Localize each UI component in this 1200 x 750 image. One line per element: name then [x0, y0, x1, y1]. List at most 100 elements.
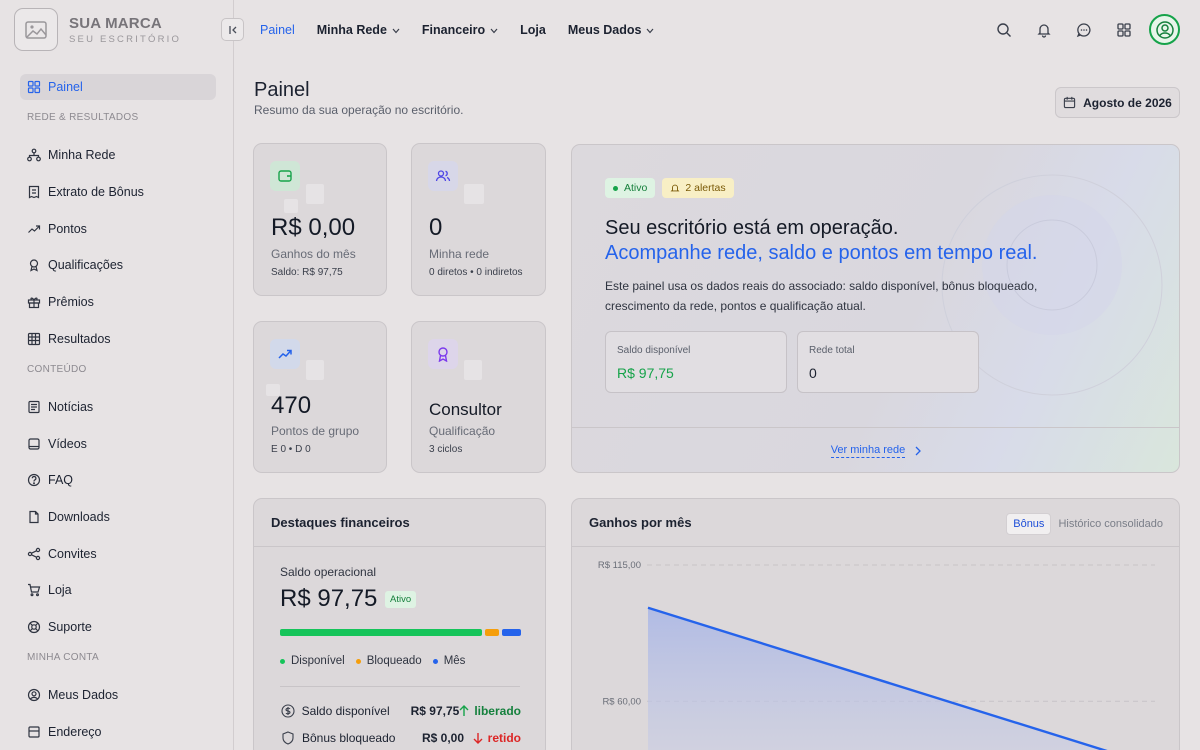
sidebar-item-label: Meus Dados: [48, 688, 119, 702]
balance-box: Saldo disponível R$ 97,75: [605, 331, 787, 393]
arrow-up-icon: [459, 705, 469, 716]
sidebar-item-suporte[interactable]: Suporte: [20, 614, 216, 640]
nav-section-label: CONTEÚDO: [27, 364, 87, 375]
stat-card-earnings[interactable]: R$ 0,00 Ganhos do mês Saldo: R$ 97,75: [253, 143, 387, 296]
alerts-badge[interactable]: 2 alertas: [662, 178, 734, 198]
calendar-icon: [1063, 96, 1076, 109]
messages-button[interactable]: [1069, 15, 1099, 45]
period-label: Agosto de 2026: [1083, 95, 1172, 110]
bell-icon: [670, 184, 680, 192]
topnav-loja[interactable]: Loja: [520, 23, 546, 37]
sidebar-item-premios[interactable]: Prêmios: [20, 289, 216, 315]
network-icon: [27, 148, 41, 162]
topnav-label: Minha Rede: [316, 23, 387, 37]
sidebar-item-label: Minha Rede: [48, 148, 116, 162]
balance-value: R$ 97,75: [617, 365, 674, 381]
table-icon: [27, 332, 41, 346]
stat-card-qualification[interactable]: Consultor Qualificação 3 ciclos: [411, 321, 546, 473]
image-icon: [14, 8, 58, 51]
page-subtitle: Resumo da sua operação no escritório.: [254, 103, 464, 117]
sidebar-item-painel[interactable]: Painel: [20, 74, 216, 100]
trend-icon: [270, 339, 300, 369]
series-area: [648, 607, 1104, 750]
file-icon: [27, 510, 41, 524]
stat-value: 0: [429, 214, 443, 241]
y-tick-label: R$ 60,00: [602, 696, 641, 707]
bell-icon: [1037, 23, 1051, 38]
chevron-down-icon: [490, 23, 498, 37]
chat-icon: [1076, 22, 1091, 37]
stat-label: Pontos de grupo: [271, 424, 360, 438]
tab-consolidated-history[interactable]: Histórico consolidado: [1058, 518, 1163, 530]
sidebar-item-videos[interactable]: Vídeos: [20, 431, 216, 457]
finance-title: Destaques financeiros: [254, 499, 545, 547]
gift-icon: [27, 295, 41, 309]
stat-sub: Saldo: R$ 97,75: [271, 267, 343, 278]
sidebar-item-extrato-de-bonus[interactable]: Extrato de Bônus: [20, 179, 216, 205]
earnings-chart: R$ 115,00R$ 60,00R$ 30,00: [598, 560, 1155, 750]
award-icon: [27, 258, 41, 272]
topnav-painel[interactable]: Painel: [260, 23, 295, 37]
sidebar-item-label: Painel: [48, 80, 83, 94]
nav-section-label: REDE & RESULTADOS: [27, 112, 139, 123]
sidebar-item-qualificacoes[interactable]: Qualificações: [20, 252, 216, 278]
notifications-button[interactable]: [1029, 15, 1059, 45]
bar-segment-disponivel: [280, 629, 482, 636]
finance-row: Saldo disponível R$ 97,75 liberado: [280, 702, 521, 720]
operational-balance-label: Saldo operacional: [280, 565, 377, 579]
top-actions: [979, 14, 1180, 45]
help-icon: [27, 473, 41, 487]
user-avatar[interactable]: [1149, 14, 1180, 45]
network-total-box: Rede total 0: [797, 331, 979, 393]
tab-bonus[interactable]: Bônus: [1006, 513, 1052, 535]
newspaper-icon: [27, 400, 41, 414]
sidebar-item-pontos[interactable]: Pontos: [20, 216, 216, 242]
stat-card-network[interactable]: 0 Minha rede 0 diretos • 0 indiretos: [411, 143, 546, 296]
apps-grid-icon: [1117, 22, 1131, 37]
sidebar-item-label: Downloads: [48, 510, 110, 524]
topnav-label: Meus Dados: [567, 23, 642, 37]
chevron-down-icon: [646, 23, 654, 37]
collapse-sidebar-button[interactable]: [221, 18, 244, 41]
stat-card-points[interactable]: 470 Pontos de grupo E 0 • D 0: [253, 321, 387, 473]
user-icon: [27, 688, 41, 702]
sidebar-item-noticias[interactable]: Notícias: [20, 394, 216, 420]
status-badge: Ativo: [605, 178, 656, 198]
operational-balance-value: R$ 97,75: [280, 585, 378, 612]
brand-name: SUA MARCA: [69, 14, 162, 32]
award-icon: [428, 339, 458, 369]
sidebar-item-label: Endereço: [48, 725, 102, 739]
sidebar-item-meus-dados[interactable]: Meus Dados: [20, 682, 216, 708]
stat-label: Minha rede: [429, 247, 490, 261]
apps-button[interactable]: [1109, 15, 1139, 45]
brand[interactable]: SUA MARCA SEU ESCRITÓRIO: [14, 8, 181, 51]
view-network-link[interactable]: Ver minha rede: [830, 444, 906, 458]
topnav-financeiro[interactable]: Financeiro: [422, 23, 498, 37]
sidebar-item-label: Qualificações: [48, 258, 124, 272]
hero-description: Este painel usa os dados reais do associ…: [605, 279, 1038, 313]
stat-value: Consultor: [429, 400, 502, 419]
sidebar-item-minha-rede[interactable]: Minha Rede: [20, 142, 216, 168]
top-nav: Painel Minha Rede Financeiro Loja Meus Dados: [260, 20, 676, 40]
user-circle-icon: [1155, 20, 1174, 39]
users-icon: [428, 161, 458, 191]
sidebar-item-label: Vídeos: [48, 437, 87, 451]
chevron-down-icon: [392, 23, 400, 37]
sidebar-item-label: FAQ: [48, 473, 74, 487]
sidebar-item-label: Pontos: [48, 222, 87, 236]
sidebar-item-label: Resultados: [48, 332, 111, 346]
finance-status-badge: Ativo: [385, 591, 417, 608]
topnav-meus-dados[interactable]: Meus Dados: [568, 23, 655, 37]
legend-item: Disponível: [280, 655, 345, 667]
sidebar-item-loja[interactable]: Loja: [20, 577, 216, 603]
sidebar-item-resultados[interactable]: Resultados: [20, 326, 216, 352]
sidebar-item-endereco[interactable]: Endereço: [20, 719, 216, 745]
period-picker-button[interactable]: Agosto de 2026: [1055, 87, 1180, 118]
sidebar-item-downloads[interactable]: Downloads: [20, 504, 216, 530]
search-button[interactable]: [989, 15, 1019, 45]
trend-icon: [27, 222, 41, 236]
sidebar-item-convites[interactable]: Convites: [20, 541, 216, 567]
topnav-minha-rede[interactable]: Minha Rede: [317, 23, 400, 37]
sidebar-item-faq[interactable]: FAQ: [20, 467, 216, 493]
receipt-icon: [27, 185, 41, 199]
